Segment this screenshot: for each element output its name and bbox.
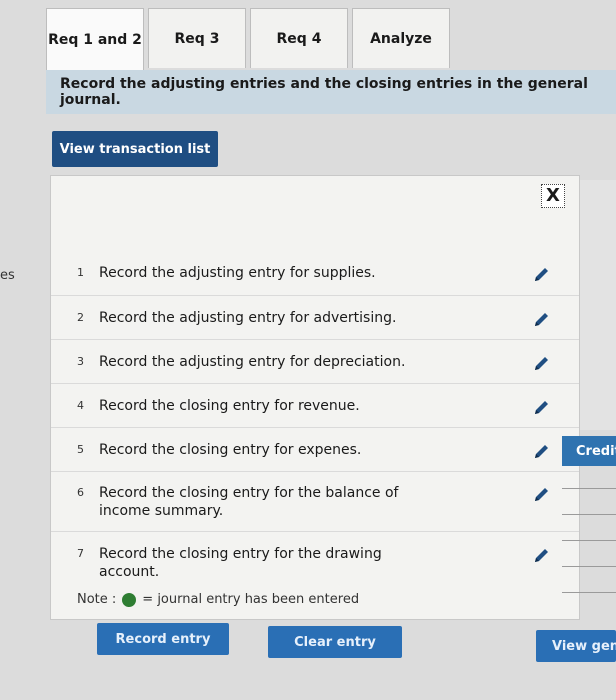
transaction-number: 2: [77, 311, 84, 324]
transaction-number: 1: [77, 266, 84, 279]
transaction-text: Record the closing entry for expenes.: [99, 442, 362, 458]
note-prefix: Note :: [77, 592, 117, 607]
transaction-row: 3 Record the adjusting entry for depreci…: [51, 339, 579, 383]
close-icon[interactable]: X: [541, 184, 565, 208]
left-edge-text: es: [0, 268, 15, 283]
journal-grid-line: [562, 592, 616, 593]
view-transaction-list-button[interactable]: View transaction list: [52, 131, 218, 167]
tab-req-3[interactable]: Req 3: [148, 8, 246, 68]
view-general-journal-button[interactable]: View gener: [536, 630, 616, 662]
legend-note: Note : = journal entry has been entered: [77, 592, 359, 607]
tab-req-1-and-2[interactable]: Req 1 and 2: [46, 8, 144, 71]
clear-entry-button[interactable]: Clear entry: [268, 626, 402, 658]
journal-grid-line: [562, 566, 616, 567]
transaction-text: Record the closing entry for revenue.: [99, 398, 360, 414]
transaction-row: 6 Record the closing entry for the balan…: [51, 471, 579, 531]
entered-status-dot-icon: [122, 592, 137, 607]
instruction-banner: Record the adjusting entries and the clo…: [46, 70, 616, 114]
pencil-icon[interactable]: [531, 397, 559, 422]
transaction-row: 4 Record the closing entry for revenue.: [51, 383, 579, 427]
transaction-number: 5: [77, 443, 84, 456]
record-entry-button[interactable]: Record entry: [97, 623, 229, 655]
journal-grid-line: [562, 514, 616, 515]
note-text: = journal entry has been entered: [142, 592, 360, 607]
transaction-text: Record the closing entry for the balance…: [99, 485, 399, 519]
tab-req-4[interactable]: Req 4: [250, 8, 348, 68]
pencil-icon[interactable]: [531, 264, 559, 289]
transaction-text: Record the closing entry for the drawing…: [99, 546, 382, 580]
journal-grid-line: [562, 488, 616, 489]
journal-grid-line: [562, 540, 616, 541]
transaction-text: Record the adjusting entry for supplies.: [99, 265, 376, 281]
tab-bar: Req 1 and 2 Req 3 Req 4 Analyze: [46, 8, 454, 71]
credit-column-header: Credit: [562, 436, 616, 466]
transaction-row: 1 Record the adjusting entry for supplie…: [51, 251, 579, 295]
right-background-strip: [580, 180, 616, 430]
transaction-list: 1 Record the adjusting entry for supplie…: [51, 251, 579, 581]
tab-analyze[interactable]: Analyze: [352, 8, 450, 68]
transaction-row: 7 Record the closing entry for the drawi…: [51, 531, 579, 581]
transaction-list-panel: X 1 Record the adjusting entry for suppl…: [50, 175, 580, 620]
pencil-icon[interactable]: [531, 441, 559, 466]
transaction-text: Record the adjusting entry for advertisi…: [99, 310, 397, 326]
transaction-number: 7: [77, 547, 84, 560]
transaction-number: 6: [77, 486, 84, 499]
pencil-icon[interactable]: [531, 545, 559, 570]
transaction-text: Record the adjusting entry for depreciat…: [99, 354, 406, 370]
transaction-row: 5 Record the closing entry for expenes.: [51, 427, 579, 471]
instruction-text: Record the adjusting entries and the clo…: [60, 76, 588, 108]
transaction-number: 4: [77, 399, 84, 412]
transaction-row: 2 Record the adjusting entry for adverti…: [51, 295, 579, 339]
pencil-icon[interactable]: [531, 353, 559, 378]
pencil-icon[interactable]: [531, 309, 559, 334]
pencil-icon[interactable]: [531, 484, 559, 509]
transaction-number: 3: [77, 355, 84, 368]
